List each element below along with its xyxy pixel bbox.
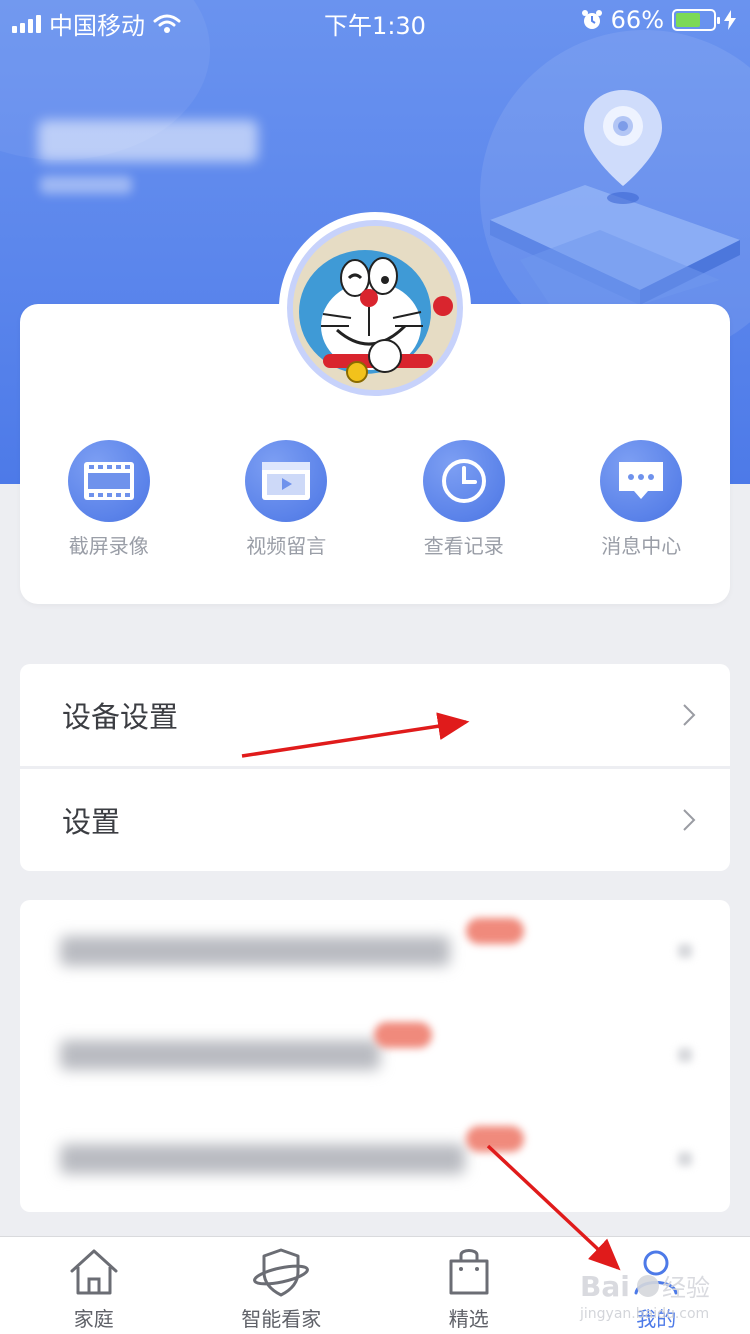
tab-home[interactable]: 家庭 [0,1237,188,1334]
cartoon-avatar-icon [293,226,457,390]
chevron-right-icon [683,704,696,726]
shopping-bag-icon [449,1249,489,1295]
quick-action-label: 查看记录 [423,534,504,558]
battery-level [676,13,700,27]
settings-label: 设置 [62,805,121,839]
quick-actions: 截屏录像 视频留言 查看记录 消息中心 [20,440,730,560]
status-bar: 中国移动 下午1:30 66% [0,0,750,40]
blurred-promo-list [20,900,730,1212]
quick-action-screenshot-record[interactable]: 截屏录像 [20,440,198,560]
blurred-subtitle [40,176,132,194]
quick-action-view-records[interactable]: 查看记录 [375,440,553,560]
home-icon [70,1249,118,1295]
chevron-right-icon [683,809,696,831]
device-settings-label: 设备设置 [62,700,179,734]
video-play-icon [245,440,328,522]
blurred-username [38,120,258,162]
blurred-chevron [678,1048,692,1062]
blurred-chevron [678,944,692,958]
blurred-text [60,936,450,966]
tab-label: 智能看家 [241,1307,322,1331]
device-settings-row[interactable]: 设备设置 [20,664,730,766]
quick-action-label: 消息中心 [601,534,682,558]
blurred-badge [466,918,524,944]
battery-percent: 66% [610,6,664,34]
blurred-text [60,1144,465,1174]
svg-text:jingyan.baidu.com: jingyan.baidu.com [579,1306,709,1322]
svg-text:经验: 经验 [662,1274,710,1302]
svg-text:Bai: Bai [580,1270,630,1303]
tab-featured[interactable]: 精选 [375,1237,563,1334]
blurred-list-item[interactable] [20,1108,730,1212]
baidu-watermark-logo: Bai 经验 jingyan.baidu.com [579,1270,710,1322]
alarm-icon [581,10,602,29]
quick-action-video-message[interactable]: 视频留言 [198,440,376,560]
blurred-badge [466,1126,524,1152]
blurred-list-item[interactable] [20,900,730,1004]
shield-icon [253,1248,310,1297]
battery-icon [672,9,720,31]
settings-row[interactable]: 设置 [20,769,730,871]
blurred-text [60,1040,380,1070]
film-strip-icon [67,440,150,522]
blurred-chevron [678,1152,692,1166]
avatar-image [287,220,463,396]
clock-icon [422,440,505,522]
tab-label: 精选 [448,1307,489,1331]
message-bubble-icon [600,440,683,522]
quick-action-message-center[interactable]: 消息中心 [553,440,731,560]
tab-smart-home-watch[interactable]: 智能看家 [188,1237,376,1334]
blurred-list-item[interactable] [20,1004,730,1108]
avatar[interactable] [279,212,471,404]
quick-action-label: 视频留言 [246,534,327,558]
blurred-badge [374,1022,432,1048]
charging-bolt-icon [724,10,736,30]
tab-label: 家庭 [73,1307,114,1331]
quick-action-label: 截屏录像 [68,534,149,558]
location-pin-icon [584,90,662,204]
status-right: 66% [581,6,736,34]
